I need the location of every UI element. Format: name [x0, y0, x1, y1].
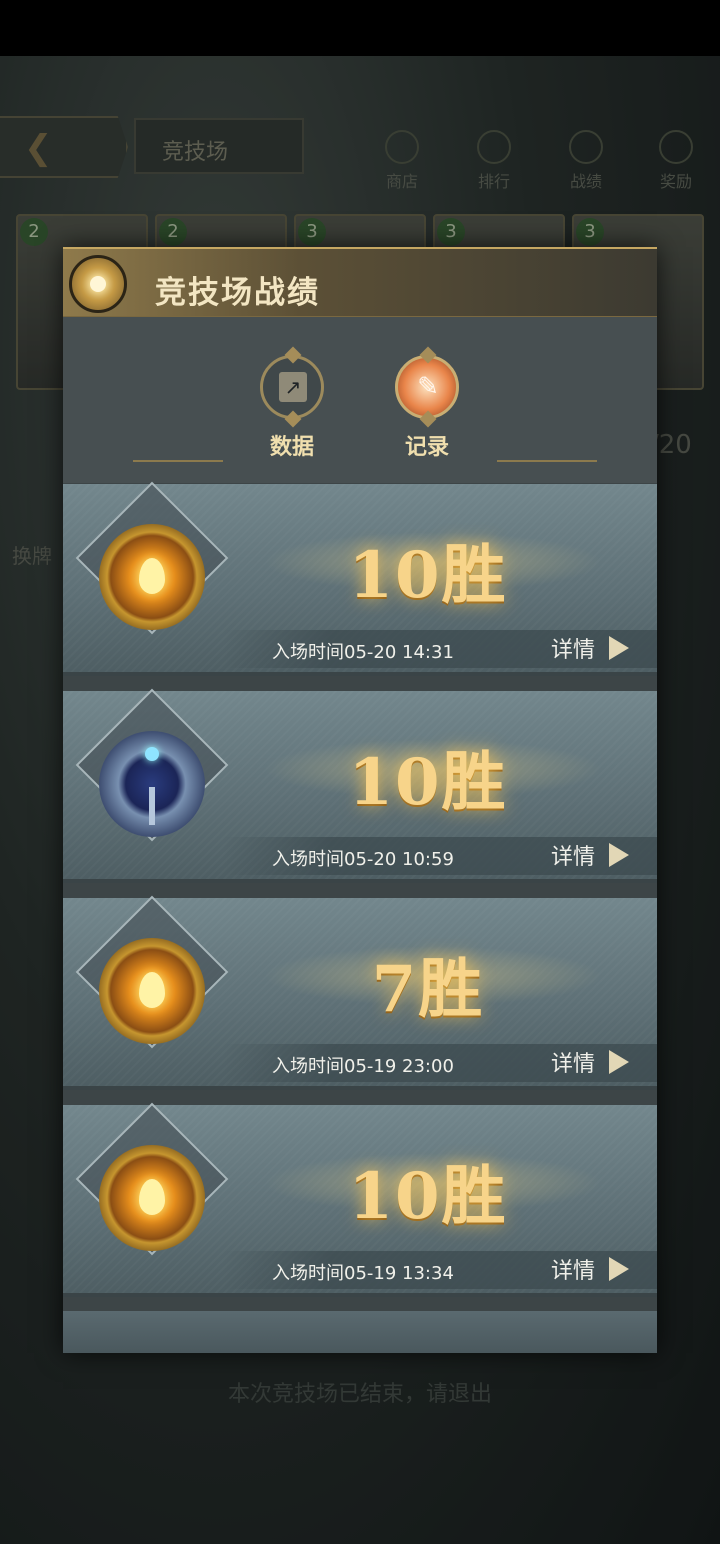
record-item[interactable]: 7胜 入场时间05-19 23:00 详情 — [63, 895, 657, 1090]
record-item[interactable]: 10胜 入场时间05-20 14:31 详情 — [63, 481, 657, 676]
gold-badge-icon — [99, 524, 205, 630]
blue-badge-icon — [99, 731, 205, 837]
entry-time: 入场时间05-20 10:59 — [272, 849, 454, 870]
status-bar — [0, 0, 720, 56]
record-item[interactable]: 10胜 入场时间05-20 10:59 详情 — [63, 688, 657, 883]
tab-record-ring: ✎ — [395, 355, 459, 419]
tab-record-label: 记录 — [404, 435, 449, 460]
tab-record[interactable]: ✎ 记录 — [385, 247, 469, 461]
divider-line — [133, 460, 223, 462]
entry-time: 入场时间05-19 23:00 — [272, 1056, 454, 1077]
play-arrow-icon[interactable] — [609, 636, 629, 660]
gold-badge-icon — [99, 1145, 205, 1251]
record-item[interactable]: 10胜 入场时间05-19 13:34 详情 — [63, 1102, 657, 1297]
tab-data[interactable]: ↗ 数据 — [250, 247, 334, 461]
divider-line — [497, 460, 597, 462]
play-arrow-icon[interactable] — [609, 843, 629, 867]
sun-emblem-icon — [69, 255, 127, 313]
chart-icon: ↗ — [279, 372, 307, 402]
detail-button[interactable]: 详情 — [551, 1046, 595, 1078]
list-footer-strip — [63, 1311, 657, 1353]
detail-button[interactable]: 详情 — [551, 1253, 595, 1285]
dialog-header: 竞技场战绩 — [63, 247, 657, 317]
wins-count: 7胜 — [371, 952, 485, 1027]
wins-count: 10胜 — [348, 1159, 508, 1234]
quill-icon: ✎ — [417, 372, 439, 402]
tab-bar: ↗ 数据 ✎ 记录 — [63, 317, 657, 483]
tab-data-label: 数据 — [269, 435, 314, 460]
play-arrow-icon[interactable] — [609, 1257, 629, 1281]
detail-button[interactable]: 详情 — [551, 632, 595, 664]
entry-time: 入场时间05-20 14:31 — [272, 642, 454, 663]
gold-badge-icon — [99, 938, 205, 1044]
detail-button[interactable]: 详情 — [551, 839, 595, 871]
arena-record-dialog: 竞技场战绩 ↗ 数据 ✎ 记录 10胜 入场时间05-20 14:31 详情 1… — [63, 247, 657, 1353]
wins-count: 10胜 — [348, 538, 508, 613]
entry-time: 入场时间05-19 13:34 — [272, 1263, 454, 1284]
tab-data-ring: ↗ — [260, 355, 324, 419]
wins-count: 10胜 — [348, 745, 508, 820]
play-arrow-icon[interactable] — [609, 1050, 629, 1074]
